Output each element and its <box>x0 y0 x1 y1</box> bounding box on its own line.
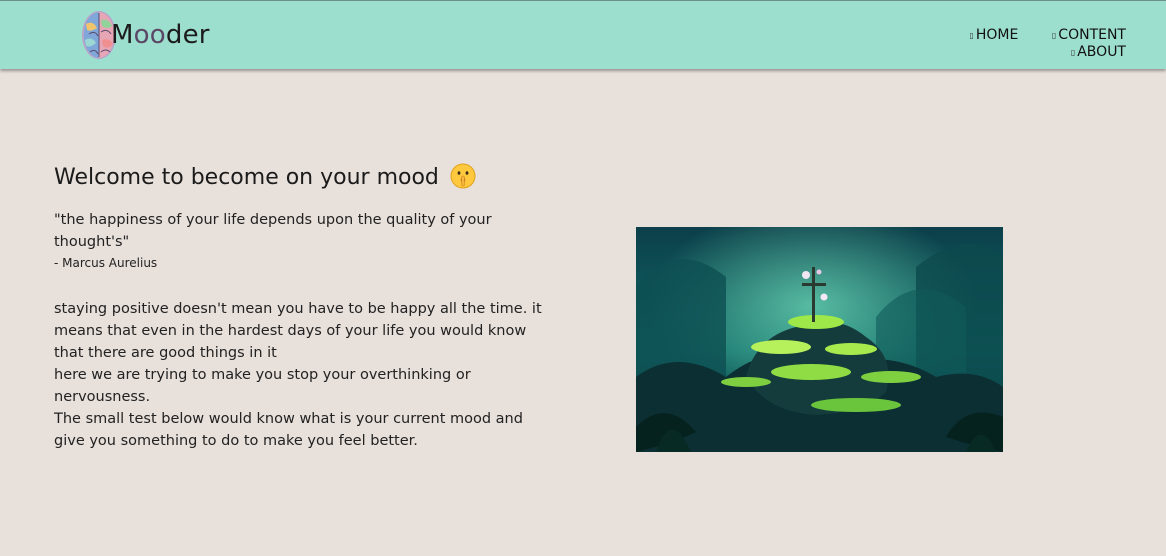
quote-author: - Marcus Aurelius <box>54 256 158 270</box>
broken-image-icon: ▯ <box>1070 48 1076 57</box>
broken-image-icon: ▯ <box>1051 31 1057 40</box>
nav-home[interactable]: ▯ HOME <box>964 27 1018 44</box>
intro-line: here we are trying to make you stop your… <box>54 367 471 405</box>
shushing-face-emoji-icon <box>450 163 476 189</box>
page-title-text: Welcome to become on your mood <box>54 165 439 190</box>
nav-content[interactable]: ▯ CONTENT <box>1046 27 1126 44</box>
brand-middle: oo <box>133 20 166 50</box>
broken-image-icon: ▯ <box>969 31 974 40</box>
intro-line: The small test below would know what is … <box>54 411 523 449</box>
brand-first: M <box>111 20 134 50</box>
quote-text: "the happiness of your life depends upon… <box>54 212 492 250</box>
nav-content-label: CONTENT <box>1058 27 1126 43</box>
brand-last: der <box>165 20 210 50</box>
brand-logo[interactable]: Mooder <box>81 9 210 61</box>
intro-paragraph: staying positive doesn't mean you have t… <box>54 298 554 452</box>
nav-about-label: ABOUT <box>1077 44 1126 60</box>
nav-menu: ▯ HOME ▯ CONTENT▯ ABOUT <box>896 27 1126 61</box>
intro-line: staying positive doesn't mean you have t… <box>54 301 542 361</box>
navbar: Mooder ▯ HOME ▯ CONTENT▯ ABOUT <box>0 0 1166 69</box>
nav-home-label: HOME <box>975 27 1019 43</box>
page-title: Welcome to become on your mood <box>54 163 476 190</box>
fantasy-landscape-image <box>636 227 1003 452</box>
brand-name: Mooder <box>111 20 210 50</box>
nav-about[interactable]: ▯ ABOUT <box>1065 44 1126 61</box>
